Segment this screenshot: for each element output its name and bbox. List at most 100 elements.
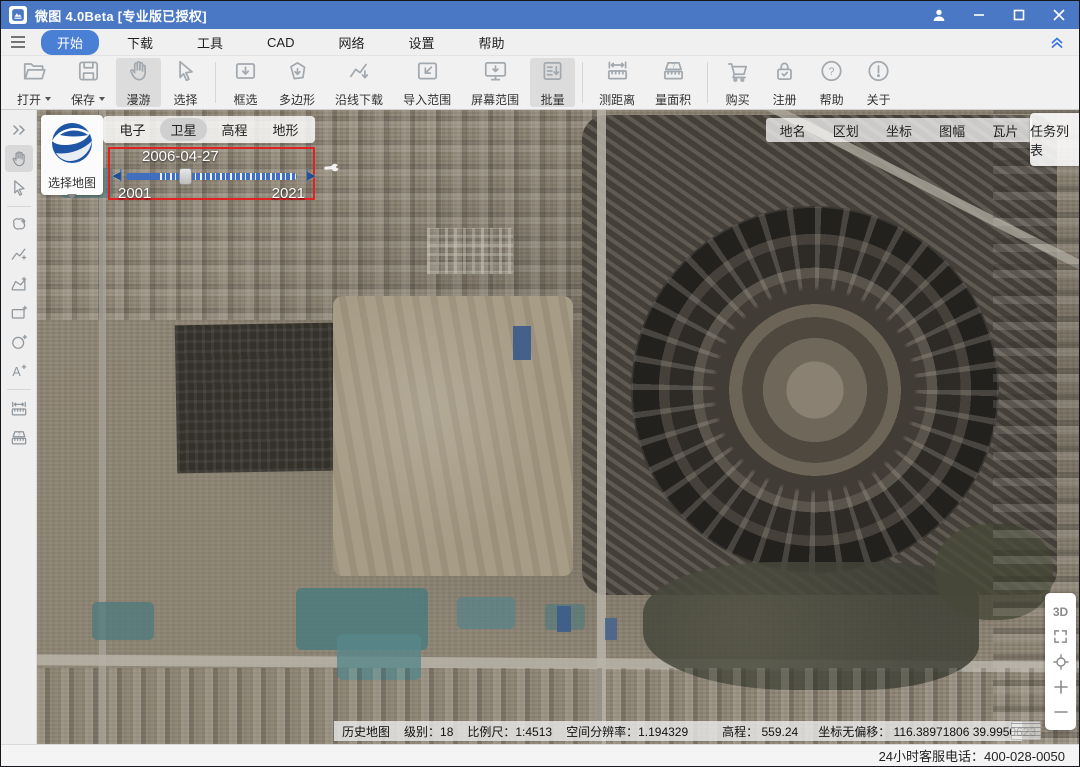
timeline-settings-wrench-icon[interactable] (323, 160, 341, 183)
tab-elevation[interactable]: 高程 (211, 118, 257, 141)
toggle-tiles[interactable]: 瓦片 (992, 121, 1018, 140)
draw-rect-button[interactable] (5, 299, 33, 326)
buy-label: 购买 (726, 91, 750, 108)
task-list-label: 任务列表 (1030, 121, 1079, 159)
status-history: 历史地图 (342, 723, 390, 740)
tab-terrain[interactable]: 地形 (262, 118, 308, 141)
measure-distance-button[interactable]: 测距离 (590, 58, 644, 107)
toggle-districts[interactable]: 区划 (833, 121, 859, 140)
box-select-button[interactable]: 框选 (223, 58, 268, 107)
toggle-3d-button[interactable]: 3D (1048, 599, 1074, 624)
satellite-map-canvas[interactable]: 选择地图 电子 卫星 高程 地形 2006-04-27 ◀▏ ▕▶ 2001 2… (37, 110, 1079, 744)
timeline-step-forward-icon[interactable]: ▕▶ (299, 171, 311, 182)
close-button[interactable] (1039, 1, 1079, 29)
map-feature-stadium-spokes (631, 206, 999, 574)
tab-electronic[interactable]: 电子 (109, 118, 155, 141)
fullscreen-icon[interactable] (1048, 624, 1074, 649)
title-bar: 微图 4.0Beta [专业版已授权] (1, 1, 1079, 29)
map-type-tabs: 电子 卫星 高程 地形 (103, 116, 315, 143)
minimize-button[interactable] (959, 1, 999, 29)
menu-item-download[interactable]: 下载 (111, 30, 169, 55)
add-text-button[interactable]: A (5, 357, 33, 384)
footer-bar: 24小时客服电话：400-028-0050 (1, 744, 1079, 766)
toggle-coordinates[interactable]: 坐标 (886, 121, 912, 140)
menu-item-settings[interactable]: 设置 (393, 30, 451, 55)
timeline-step-back-icon[interactable]: ◀▏ (112, 171, 124, 182)
zoom-in-icon[interactable] (1048, 674, 1074, 699)
measure-area-button[interactable]: ? 量面积 (646, 58, 700, 107)
save-button[interactable]: 保存 (62, 58, 114, 107)
polyline-download-button[interactable]: 沿线下载 (326, 58, 392, 107)
about-icon (865, 58, 892, 89)
register-label: 注册 (773, 91, 797, 108)
menu-item-network[interactable]: 网络 (323, 30, 381, 55)
timeline-years: 2001 2021 (118, 185, 305, 202)
register-button[interactable]: 注册 (762, 58, 807, 107)
menu-item-tools[interactable]: 工具 (181, 30, 239, 55)
service-phone-text: 24小时客服电话：400-028-0050 (879, 746, 1065, 765)
hamburger-menu-icon[interactable] (1, 35, 35, 49)
sidebar-measure-distance-button[interactable] (5, 395, 33, 422)
globe-logo-icon (50, 121, 94, 170)
sidebar-select-button[interactable] (5, 174, 33, 201)
status-elevation: 高程： 559.24 (722, 723, 798, 740)
draw-area-button[interactable] (5, 270, 33, 297)
batch-button[interactable]: 批量 (530, 58, 575, 107)
maximize-button[interactable] (999, 1, 1039, 29)
chevron-down-icon (67, 194, 77, 199)
map-feature-blue-roof (605, 618, 617, 640)
sidebar-measure-area-button[interactable]: ? (5, 424, 33, 451)
open-button[interactable]: 打开 (8, 58, 60, 107)
polygon-download-button[interactable]: 多边形 (270, 58, 324, 107)
toolbar-separator (215, 62, 216, 103)
select-button[interactable]: 选择 (163, 58, 208, 107)
map-status-bar: 历史地图 级别：18 比例尺：1:4513 空间分辨率：1.194329 高程：… (334, 721, 1022, 741)
map-feature-road-vertical-left (99, 110, 106, 744)
status-level: 级别：18 (404, 723, 453, 740)
svg-text:?: ? (829, 65, 835, 77)
user-account-icon[interactable] (919, 1, 959, 29)
buy-button[interactable]: 购买 (715, 58, 760, 107)
draw-circle-button[interactable] (5, 328, 33, 355)
sidebar-pan-button[interactable] (5, 145, 33, 172)
pan-button[interactable]: 漫游 (116, 58, 161, 107)
map-feature-teal-patch (92, 602, 154, 640)
timeline-track[interactable] (126, 173, 297, 180)
import-range-button[interactable]: 导入范围 (394, 58, 460, 107)
toggle-placenames[interactable]: 地名 (780, 121, 806, 140)
task-list-panel[interactable]: 任务列表 (1030, 113, 1079, 166)
map-switcher[interactable]: 选择地图 (41, 115, 103, 195)
collapse-ribbon-icon[interactable] (1035, 35, 1079, 49)
register-icon (771, 58, 798, 89)
draw-polygon-button[interactable] (5, 212, 33, 239)
locate-icon[interactable] (1048, 649, 1074, 674)
polyline-download-icon (346, 58, 373, 89)
map-switcher-label: 选择地图 (48, 174, 96, 191)
help-label: 帮助 (820, 91, 844, 108)
timeline-handle[interactable] (179, 168, 192, 185)
timeline-current-date: 2006-04-27 (142, 148, 219, 165)
pan-label: 漫游 (127, 91, 151, 108)
svg-text:?: ? (17, 431, 20, 437)
zoom-out-icon[interactable] (1048, 699, 1074, 724)
save-icon (75, 58, 102, 89)
open-label: 打开 (17, 91, 41, 108)
map-feature-road-vertical (597, 110, 606, 744)
menu-item-cad[interactable]: CAD (251, 32, 310, 53)
screen-range-button[interactable]: 屏幕范围 (462, 58, 528, 107)
expand-sidebar-icon[interactable] (5, 116, 33, 143)
toggle-mapsheet[interactable]: 图幅 (939, 121, 965, 140)
polyline-download-label: 沿线下载 (335, 91, 383, 108)
toolbar-separator (707, 62, 708, 103)
help-button[interactable]: ? 帮助 (809, 58, 854, 107)
tab-satellite[interactable]: 卫星 (160, 118, 206, 141)
menu-item-start[interactable]: 开始 (41, 30, 99, 55)
app-window: 微图 4.0Beta [专业版已授权] 开始 下载 工具 CAD 网络 设置 帮… (0, 0, 1080, 767)
menu-item-help[interactable]: 帮助 (463, 30, 521, 55)
about-button[interactable]: 关于 (856, 58, 901, 107)
window-title: 微图 4.0Beta [专业版已授权] (35, 6, 207, 25)
batch-label: 批量 (541, 91, 565, 108)
draw-polyline-button[interactable] (5, 241, 33, 268)
screen-range-icon (482, 58, 509, 89)
history-timeline: 2006-04-27 ◀▏ ▕▶ 2001 2021 (108, 147, 315, 200)
